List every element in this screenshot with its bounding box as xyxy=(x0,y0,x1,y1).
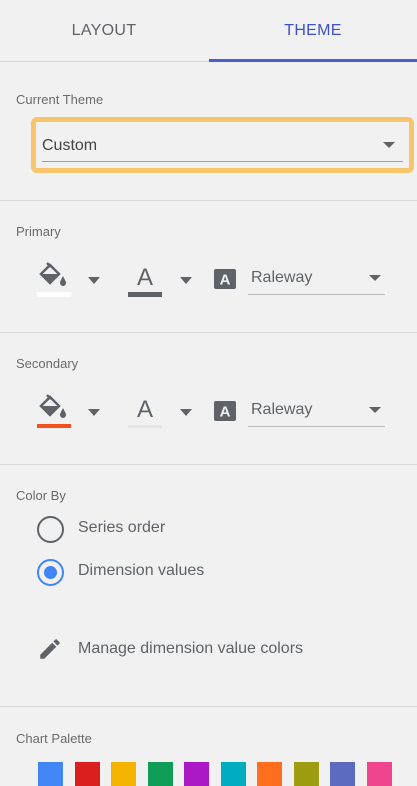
secondary-font-select[interactable]: Raleway xyxy=(248,395,385,427)
chevron-down-icon xyxy=(369,275,381,281)
tab-bar: LAYOUT THEME xyxy=(0,0,417,62)
manage-label: Manage dimension value colors xyxy=(78,640,304,657)
svg-text:A: A xyxy=(220,404,231,421)
divider xyxy=(0,464,417,465)
theme-select[interactable]: Custom xyxy=(42,128,403,162)
primary-label: Primary xyxy=(16,224,61,239)
chevron-down-icon[interactable] xyxy=(88,277,100,284)
divider xyxy=(0,200,417,201)
chevron-down-icon[interactable] xyxy=(180,409,192,416)
radio-button[interactable] xyxy=(37,516,64,543)
divider xyxy=(0,706,417,707)
palette-swatch[interactable] xyxy=(184,762,209,786)
svg-text:A: A xyxy=(137,396,153,423)
palette-swatch[interactable] xyxy=(366,762,392,786)
palette-swatch[interactable] xyxy=(111,762,136,786)
text-color-icon[interactable]: A xyxy=(128,262,162,298)
secondary-fill-swatch xyxy=(37,424,71,428)
tab-layout[interactable]: LAYOUT xyxy=(0,0,208,62)
secondary-text-swatch xyxy=(128,425,162,428)
palette-swatch[interactable] xyxy=(257,762,282,786)
chevron-down-icon[interactable] xyxy=(88,409,100,416)
font-family-icon: A xyxy=(214,401,236,421)
fill-color-icon[interactable] xyxy=(37,394,71,430)
chevron-down-icon[interactable] xyxy=(180,277,192,284)
chevron-down-icon xyxy=(383,142,395,148)
color-by-label: Color By xyxy=(16,488,66,503)
radio-label: Series order xyxy=(78,519,166,536)
primary-fill-swatch xyxy=(37,292,71,297)
theme-select-value: Custom xyxy=(42,137,98,154)
palette-swatch[interactable] xyxy=(38,762,63,786)
chart-palette-label: Chart Palette xyxy=(16,731,92,746)
text-color-icon[interactable]: A xyxy=(128,394,162,430)
radio-button-checked[interactable] xyxy=(37,559,64,586)
manage-dimension-colors-button[interactable]: Manage dimension value colors xyxy=(37,636,357,664)
svg-text:A: A xyxy=(137,264,153,291)
radio-dimension-values[interactable]: Dimension values xyxy=(37,558,257,586)
secondary-font-value: Raleway xyxy=(251,401,313,418)
theme-select-highlight: Custom xyxy=(31,117,414,173)
radio-label: Dimension values xyxy=(78,562,205,579)
primary-font-select[interactable]: Raleway xyxy=(248,263,385,295)
secondary-label: Secondary xyxy=(16,356,79,371)
chevron-down-icon xyxy=(369,407,381,413)
primary-font-value: Raleway xyxy=(251,269,313,286)
active-tab-indicator xyxy=(209,59,417,62)
current-theme-label: Current Theme xyxy=(16,92,104,107)
radio-series-order[interactable]: Series order xyxy=(37,515,237,543)
fill-color-icon[interactable] xyxy=(37,262,71,298)
palette-swatch[interactable] xyxy=(330,762,355,786)
palette-swatch[interactable] xyxy=(293,762,319,786)
divider xyxy=(0,332,417,333)
palette-swatch[interactable] xyxy=(147,762,173,786)
font-family-icon: A xyxy=(214,269,236,289)
svg-text:A: A xyxy=(220,272,231,289)
palette-swatch[interactable] xyxy=(74,762,100,786)
tab-theme[interactable]: THEME xyxy=(209,0,417,62)
pencil-icon xyxy=(40,639,60,659)
primary-text-swatch xyxy=(128,292,162,297)
palette-swatch[interactable] xyxy=(220,762,246,786)
